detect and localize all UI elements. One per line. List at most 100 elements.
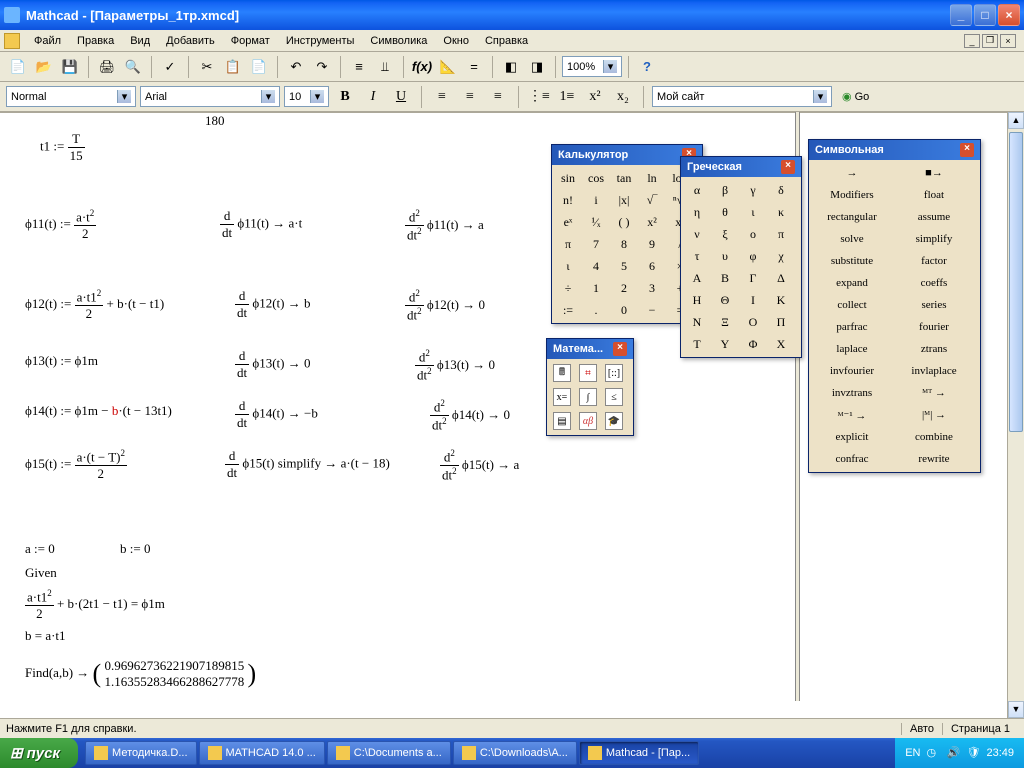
palette-cell[interactable]: Y <box>711 333 739 355</box>
palette-cell[interactable]: tan <box>610 167 638 189</box>
palette-cell[interactable]: Π <box>767 311 795 333</box>
palette-cell[interactable]: Modifiers <box>811 184 893 206</box>
palette-cell[interactable]: i <box>582 189 610 211</box>
font-combo[interactable]: Arial▾ <box>140 86 280 107</box>
palette-cell[interactable]: B <box>711 267 739 289</box>
math-given[interactable]: Given <box>25 565 57 581</box>
palette-cell[interactable]: sin <box>554 167 582 189</box>
palette-cell[interactable]: 5 <box>610 255 638 277</box>
math-t1[interactable]: t1 := T15 <box>40 131 85 164</box>
palette-cell[interactable]: α <box>683 179 711 201</box>
print-button[interactable]: 🖨 <box>95 55 119 79</box>
palette-cell[interactable]: χ <box>767 245 795 267</box>
mdi-restore[interactable]: ❐ <box>982 34 998 48</box>
palette-cell[interactable]: 4 <box>582 255 610 277</box>
palette-cell[interactable]: float <box>893 184 975 206</box>
taskbar-task[interactable]: MATHCAD 14.0 ... <box>199 741 325 765</box>
palette-cell[interactable]: series <box>893 294 975 316</box>
palette-cell[interactable]: I <box>739 289 767 311</box>
menu-edit[interactable]: Правка <box>69 33 122 49</box>
menu-view[interactable]: Вид <box>122 33 158 49</box>
palette-cell[interactable]: ᴹᵀ → <box>893 382 975 404</box>
size-combo[interactable]: 10▾ <box>284 86 329 107</box>
sup-button[interactable]: x² <box>583 85 607 109</box>
taskbar-task[interactable]: C:\Downloads\A... <box>453 741 577 765</box>
math-phi11-d2[interactable]: d2dt2 ϕ11(t) → a <box>405 208 484 244</box>
menu-insert[interactable]: Добавить <box>158 33 223 49</box>
palette-cell[interactable]: factor <box>893 250 975 272</box>
taskbar-task[interactable]: C:\Documents a... <box>327 741 451 765</box>
palette-cell[interactable]: |ᴹ| → <box>893 404 975 426</box>
fx-button[interactable]: f(x) <box>410 55 434 79</box>
mdi-minimize[interactable]: _ <box>964 34 980 48</box>
math-phi12-d1[interactable]: ddt ϕ12(t) → b <box>235 288 311 321</box>
palette-cell[interactable]: laplace <box>811 338 893 360</box>
math-b0[interactable]: b := 0 <box>120 541 150 557</box>
spell-button[interactable]: ✓ <box>158 55 182 79</box>
italic-button[interactable]: I <box>361 85 385 109</box>
palette-cell[interactable]: H <box>683 289 711 311</box>
math-a0[interactable]: a := 0 <box>25 541 55 557</box>
math-graph-icon[interactable]: ⌗ <box>575 361 601 385</box>
math-eval-icon[interactable]: x= <box>549 385 575 409</box>
math-phi13-d2[interactable]: d2dt2 ϕ13(t) → 0 <box>415 348 495 384</box>
greek-palette[interactable]: Греческая× αβγδηθικνξοπτυφχABΓΔHΘIKNΞOΠT… <box>680 156 802 358</box>
palette-cell[interactable]: − <box>638 299 666 321</box>
tray-icon-2[interactable]: 🔊 <box>946 746 960 760</box>
palette-cell[interactable]: π <box>767 223 795 245</box>
align2-button[interactable]: ⫫ <box>373 55 397 79</box>
palette-cell[interactable]: fourier <box>893 316 975 338</box>
help-button[interactable]: ? <box>635 55 659 79</box>
math-bool-icon[interactable]: ≤ <box>601 385 627 409</box>
palette-cell[interactable]: invztrans <box>811 382 893 404</box>
palette-cell[interactable]: rectangular <box>811 206 893 228</box>
lang-indicator[interactable]: EN <box>905 747 920 759</box>
palette-cell[interactable]: 6 <box>638 255 666 277</box>
palette-cell[interactable]: ν <box>683 223 711 245</box>
scroll-down-icon[interactable]: ▼ <box>1008 701 1024 718</box>
palette-cell[interactable]: parfrac <box>811 316 893 338</box>
scroll-up-icon[interactable]: ▲ <box>1008 112 1024 129</box>
palette-cell[interactable]: Γ <box>739 267 767 289</box>
palette-cell[interactable]: η <box>683 201 711 223</box>
palette-cell[interactable]: ■→ <box>893 162 975 184</box>
palette-cell[interactable]: ztrans <box>893 338 975 360</box>
palette-cell[interactable]: n! <box>554 189 582 211</box>
start-button[interactable]: ⊞пуск <box>0 738 78 768</box>
math-calc2-icon[interactable]: ∫ <box>575 385 601 409</box>
align-right-button[interactable]: ≡ <box>486 85 510 109</box>
palette-cell[interactable]: → <box>811 162 893 184</box>
palette-cell[interactable]: 3 <box>638 277 666 299</box>
palette-cell[interactable]: ο <box>739 223 767 245</box>
palette-cell[interactable]: Φ <box>739 333 767 355</box>
style-combo[interactable]: Normal▾ <box>6 86 136 107</box>
math-g1[interactable]: a·t122 + b·(2t1 − t1) = ϕ1m <box>25 588 165 622</box>
taskbar-task[interactable]: Методичка.D... <box>85 741 196 765</box>
palette-cell[interactable]: N <box>683 311 711 333</box>
palette-cell[interactable]: collect <box>811 294 893 316</box>
copy-button[interactable]: 📋 <box>221 55 245 79</box>
palette-cell[interactable]: O <box>739 311 767 333</box>
palette-cell[interactable]: √‾ <box>638 189 666 211</box>
palette-cell[interactable]: 9 <box>638 233 666 255</box>
palette-cell[interactable]: coeffs <box>893 272 975 294</box>
palette-cell[interactable]: Δ <box>767 267 795 289</box>
underline-button[interactable]: U <box>389 85 413 109</box>
math-greek-icon[interactable]: αβ <box>575 409 601 433</box>
calc-button[interactable]: = <box>462 55 486 79</box>
tray-icon-1[interactable]: ◷ <box>926 746 940 760</box>
palette-cell[interactable]: ( ) <box>610 211 638 233</box>
palette-cell[interactable]: confrac <box>811 448 893 470</box>
clock[interactable]: 23:49 <box>986 747 1014 759</box>
palette-cell[interactable]: τ <box>683 245 711 267</box>
math-calc-icon[interactable]: 🖩 <box>549 361 575 385</box>
menu-help[interactable]: Справка <box>477 33 536 49</box>
math-find[interactable]: Find(a,b) → ( 0.96962736221907189815 1.1… <box>25 658 256 690</box>
palette-cell[interactable]: solve <box>811 228 893 250</box>
palette-cell[interactable]: := <box>554 299 582 321</box>
palette-cell[interactable]: ι <box>554 255 582 277</box>
menu-window[interactable]: Окно <box>435 33 477 49</box>
ref-button[interactable]: ◨ <box>525 55 549 79</box>
palette-cell[interactable]: υ <box>711 245 739 267</box>
symbolic-palette[interactable]: Символьная× →■→Modifiersfloatrectangular… <box>808 139 981 473</box>
